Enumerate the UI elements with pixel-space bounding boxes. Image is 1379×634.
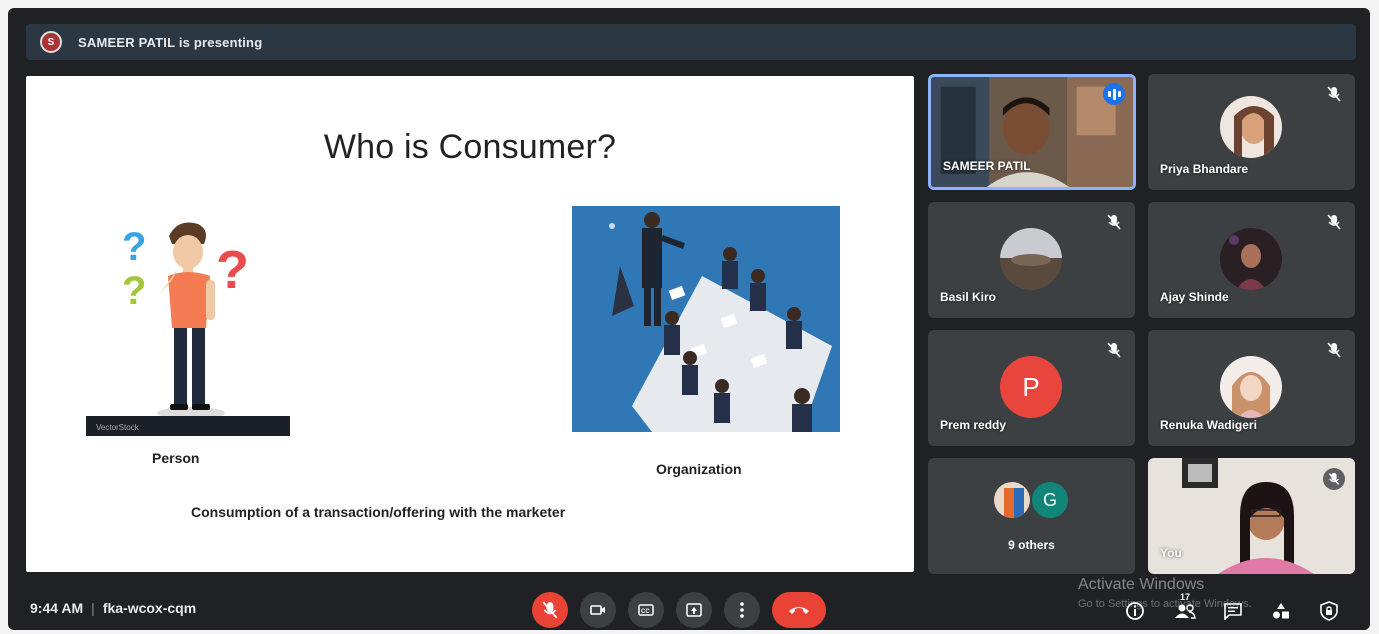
participant-tile-others[interactable]: G 9 others [928,458,1135,574]
camera-icon [590,605,605,615]
info-icon [1126,602,1144,620]
svg-text:?: ? [216,240,249,300]
avatar [1000,228,1062,290]
stock-watermark: VectorStock [96,423,140,432]
mic-off-icon [542,601,558,619]
present-icon [686,603,702,617]
mic-off-icon [1323,468,1345,490]
participant-name: Renuka Wadigeri [1160,418,1257,432]
mic-toggle-button[interactable] [532,592,568,628]
captions-icon: CC [638,604,654,616]
meeting-info: 9:44 AM | fka-wcox-cqm [30,600,196,616]
meeting-time: 9:44 AM [30,600,84,616]
participant-tile-basil-kiro[interactable]: Basil Kiro [928,202,1135,318]
participant-name: SAMEER PATIL [943,159,1031,173]
letter-avatar: P [1000,356,1062,418]
others-count-label: 9 others [1008,538,1055,552]
avatar [992,480,1032,520]
svg-text:?: ? [122,225,146,269]
mic-off-icon [1327,86,1341,102]
mic-off-icon [1107,214,1121,230]
participant-name: Basil Kiro [940,290,997,304]
participant-name: Prem reddy [940,418,1007,432]
presenting-banner: S SAMEER PATIL is presenting [26,24,1356,60]
people-button[interactable]: 17 [1174,592,1196,622]
host-controls-button[interactable] [1318,600,1340,622]
participant-name: You [1160,546,1182,560]
lock-icon [1320,601,1338,621]
participant-tile-ajay-shinde[interactable]: Ajay Shinde [1148,202,1355,318]
activities-icon [1273,603,1289,619]
participant-name: Ajay Shinde [1160,290,1229,304]
control-bar: 9:44 AM | fka-wcox-cqm CC Activate Windo… [8,576,1370,630]
captions-button[interactable]: CC [628,592,664,628]
end-call-icon [789,607,809,614]
activities-button[interactable] [1270,600,1292,622]
leave-call-button[interactable] [772,592,826,628]
speaking-indicator-icon [1103,83,1125,105]
avatar [1220,96,1282,158]
participant-tile-sameer-patil[interactable]: SAMEER PATIL [928,74,1136,190]
slide-caption: Consumption of a transaction/offering wi… [191,504,566,520]
presenting-text: SAMEER PATIL is presenting [78,34,263,50]
chat-button[interactable] [1222,600,1244,622]
meeting-details-button[interactable] [1124,600,1146,622]
separator: | [91,600,95,616]
people-count-badge: 17 [1180,592,1191,602]
organization-label: Organization [656,461,742,477]
present-now-button[interactable] [676,592,712,628]
participant-tile-renuka-wadigeri[interactable]: Renuka Wadigeri [1148,330,1355,446]
presenter-avatar: S [40,31,62,53]
more-icon [740,602,744,618]
participant-name: Priya Bhandare [1160,162,1249,176]
shared-slide: Who is Consumer? ? ? ? VectorStock Perso… [26,76,914,572]
svg-text:CC: CC [641,609,650,615]
mic-off-icon [1327,342,1341,358]
letter-avatar: G [1030,480,1070,520]
mic-off-icon [1107,342,1121,358]
avatar [1220,356,1282,418]
people-icon [1175,604,1196,619]
camera-toggle-button[interactable] [580,592,616,628]
participant-tile-priya-bhandare[interactable]: Priya Bhandare [1148,74,1355,190]
slide-title: Who is Consumer? [323,128,617,166]
chat-icon [1224,603,1242,620]
more-options-button[interactable] [724,592,760,628]
person-illustration: ? ? ? VectorStock [86,222,290,436]
mic-off-icon [1327,214,1341,230]
meeting-code[interactable]: fka-wcox-cqm [103,600,196,616]
person-label: Person [152,450,200,466]
svg-text:?: ? [122,269,146,313]
organization-illustration [572,206,840,432]
participant-tile-you[interactable]: You [1148,458,1355,574]
meet-window: S SAMEER PATIL is presenting Who is Cons… [8,8,1370,630]
participant-tile-prem-reddy[interactable]: P Prem reddy [928,330,1135,446]
avatar [1220,228,1282,290]
